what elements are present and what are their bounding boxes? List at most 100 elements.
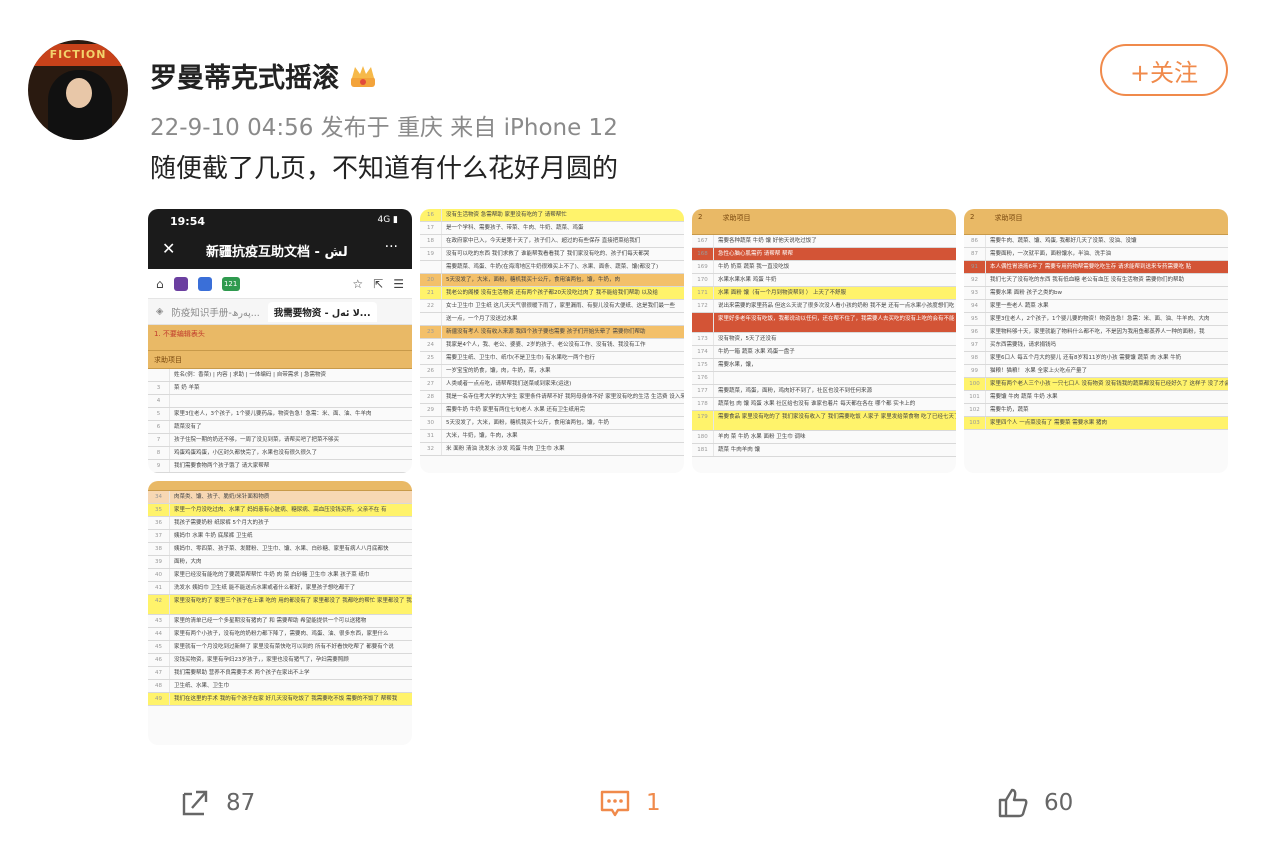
- row-number: [692, 313, 714, 332]
- row-number: 103: [964, 417, 986, 429]
- sheet-row: 46 没钱买物资，家里有孕妇23岁孩子，，家里也没有猪气了，孕妇需要照顾: [148, 654, 412, 667]
- sheet-row: 32 米 面粉 清油 洗发水 沙发 鸡蛋 牛肉 卫生巾 水果: [420, 443, 684, 456]
- row-number: 25: [420, 352, 442, 364]
- image-thumbnail-2[interactable]: 16 没有生活物资 急需帮助 家里没有吃的了 请帮帮忙 17 是一个学科、需要孩子、带…: [420, 209, 684, 473]
- phone-status-bar: 19:54 4G ▮ ✕ 新疆抗疫互助文档 - لش ···: [148, 209, 412, 269]
- comment-button[interactable]: 1: [598, 786, 661, 820]
- row-number: 17: [420, 222, 442, 234]
- sheet-row: 98 家里6口人 每五个月大的婴儿 还有8岁和11岁的小孩 需要馕 蔬菜 肉 水果…: [964, 352, 1228, 365]
- sheet-row: 45 家里就有一个月没吃到过新鲜了 家里没有菜快吃可以到的 所有不好看快吃帮了 都…: [148, 641, 412, 654]
- row-number: 30: [420, 417, 442, 429]
- image-thumbnail-5[interactable]: 34 肉菜类、馕、孩子、脆奶/米针面和物质 35 家里一个月没吃过肉、水果了 妈妈患有…: [148, 481, 412, 745]
- sheet-row: 94 家里一些老人 蔬菜 水果: [964, 300, 1228, 313]
- row-cell: 菜 奶 羊菜: [174, 385, 200, 391]
- image-thumbnail-1[interactable]: 19:54 4G ▮ ✕ 新疆抗疫互助文档 - لش ··· ⌂ 121 ☆ ⇱…: [148, 209, 412, 473]
- sheet-row: 31 大米，牛奶，馕，牛肉，水果: [420, 430, 684, 443]
- sheet-row: 3 菜 奶 羊菜: [148, 382, 412, 395]
- row-cell: 姨妈巾 水果 牛奶 底尿裤 卫生纸: [174, 533, 253, 539]
- sheet-grid: 姓名(例：香菜) | 内容 | 求助 | 一体编码 | 自带需求 | 急需物资 3…: [148, 369, 412, 473]
- sheet-row: 36 我孩子需要奶粉 纸尿裤 5个月大的孩子: [148, 517, 412, 530]
- sheet-row: 26 一岁宝宝的奶食，馕，肉，牛奶，菜，水果: [420, 365, 684, 378]
- row-number: 171: [692, 287, 714, 299]
- username[interactable]: 罗曼蒂克式摇滚: [150, 56, 339, 95]
- row-number: 32: [420, 443, 442, 455]
- row-cell: 需要牛肉、蔬菜、馕、鸡蛋, 我都好几天了没菜、没油、没馕: [990, 238, 1137, 244]
- row-number: 36: [148, 517, 170, 529]
- collaborator-avatar: [173, 276, 188, 291]
- crown-icon: [349, 63, 377, 89]
- sheet-row: 169 牛奶 奶菜 蔬菜 我一直没吃饭: [692, 261, 956, 274]
- row-number: [420, 313, 442, 325]
- row-cell: 没有生活物资 急需帮助 家里没有吃的了 请帮帮忙: [446, 212, 567, 218]
- like-button[interactable]: 60: [996, 786, 1073, 820]
- row-cell: 我孩子需要奶粉 纸尿裤 5个月大的孩子: [174, 520, 269, 526]
- post-location: 重庆: [396, 115, 443, 141]
- sheet-row: 48 卫生纸、水果、卫生巾: [148, 680, 412, 693]
- sheet-row: 家里好多老年没有吃饭，我都说动以任何，还在帮不住了，我需要人去买吃的没有上吃的会…: [692, 313, 956, 333]
- row-number: 42: [148, 595, 170, 614]
- sheet-row: 91 本人偶性胃溃疡6年了 需要专用药物帮需要吃吃生存 请求能帮到送来专药需要吃 …: [964, 261, 1228, 274]
- repost-button[interactable]: 87: [178, 786, 255, 820]
- sheet-row: 100 家里有两个老人三个小孩 一只七口人 没有物资 没有钱我的蔬菜都没有已经好久…: [964, 378, 1228, 391]
- row-number: 34: [148, 491, 170, 503]
- collaborator-count-badge: 121: [221, 276, 240, 291]
- sheet-row: 7 孩子住院一期的奶还不够，一周了没见到菜，请帮买吧了把菜不够买: [148, 434, 412, 447]
- row-cell: 卫生纸、水果、卫生巾: [174, 683, 230, 689]
- row-cell: 在政府家中已入，今天是第十天了，孩子们入、超过的有些保存 直接把菜给我们: [446, 238, 641, 244]
- row-cell: 需要卫生纸、卫生巾、纸巾(不是卫生巾) 有水果吃一两个也行: [446, 355, 596, 361]
- sheet-row: 25 需要卫生纸、卫生巾、纸巾(不是卫生巾) 有水果吃一两个也行: [420, 352, 684, 365]
- sheet-grid: 34 肉菜类、馕、孩子、脆奶/米针面和物质 35 家里一个月没吃过肉、水果了 妈妈患有…: [148, 491, 412, 706]
- row-cell: 家里有两个小孩子，没有吃的奶粉力都下降了，需要肉、鸡蛋、油、很多东西，家里什么: [174, 631, 389, 637]
- follow-button[interactable]: +关注: [1100, 44, 1228, 96]
- sheet-row: 41 洗发水 姨妈巾 卫生纸 能不能送点水果或者什么都好，家里孩子想吃都干了: [148, 582, 412, 595]
- sheet-row: 47 我们需要帮助 营养不良需要手术 两个孩子在家出不上学: [148, 667, 412, 680]
- row-cell: 需要面粉，一次就平面，面粉馕水，半油、洗手油: [990, 251, 1112, 257]
- comment-count: 1: [646, 790, 661, 816]
- sheet-row: 177 需要蔬菜，鸡蛋，面粉，鸡肉好不到了，社区也没不到任何来源: [692, 385, 956, 398]
- row-cell: 我们在这里的手术 我的有个孩子在家 好几天没有吃饭了 我需要吃不饭 需要的不饭了…: [174, 696, 398, 702]
- image-thumbnail-3[interactable]: 2 求助项目 167 需要各种蔬菜 牛奶 馕 好他天说吃过饭了 168 急性心脑心肌需…: [692, 209, 956, 473]
- avatar[interactable]: FICTION: [28, 40, 128, 140]
- sheet-row: 20 5天没发了，大米，面粉，糖机我买十公斤，食用油两包，馕，牛奶，肉: [420, 274, 684, 287]
- sheet-tab: 防疫知识手册-پەرھ...: [171, 307, 260, 319]
- row-number: 93: [964, 287, 986, 299]
- row-number: 176: [692, 372, 714, 384]
- image-thumbnail-4[interactable]: 2 求助项目 86 需要牛肉、蔬菜、馕、鸡蛋, 我都好几天了没菜、没油、没馕 87 需…: [964, 209, 1228, 473]
- row-number: 37: [148, 530, 170, 542]
- sheet-row: 38 姨妈巾、零四菜、孩子菜、发酵粉、卫生巾、馕、水果、白砂糖、家里有病人八月底都…: [148, 543, 412, 556]
- sheet-row: 174 牛奶一箱 蔬菜 水果 鸡蛋一盘子: [692, 346, 956, 359]
- row-number: 4: [148, 395, 170, 407]
- row-cell: 鸡蛋鸡蛋鸡蛋，小区封久都快完了，水果也没有很久很久了: [174, 450, 318, 456]
- row-number: 29: [420, 404, 442, 416]
- row-cell: 说出来需要的家里药品 但这么天说了很多次没人看小孩的奶粉 我不是 还有一点水果小…: [718, 303, 956, 309]
- row-cell: 家里已经没有能吃的了要蔬菜帮帮忙 牛奶 肉 菜 白砂糖 卫生巾 水果 孩子菜 纸…: [174, 572, 370, 578]
- sheet-grid: 16 没有生活物资 急需帮助 家里没有吃的了 请帮帮忙 17 是一个学科、需要孩子、带…: [420, 209, 684, 456]
- sheet-row: 180 羊肉 菜 牛奶 水果 面粉 卫生巾 调味: [692, 431, 956, 444]
- sheet-row: 34 肉菜类、馕、孩子、脆奶/米针面和物质: [148, 491, 412, 504]
- row-cell: 我家是4个人，我、老公、婆婆、2岁的孩子、老公没有工作、没有钱、我没有工作: [446, 342, 646, 348]
- row-cell: [714, 372, 956, 384]
- row-cell: 家里四个人 一点菜没有了 需要菜 需要水果 猪肉: [990, 420, 1107, 426]
- sheet-row: 27 人类或者一点点吃，请帮帮我们送菜或到家来(运送): [420, 378, 684, 391]
- row-number: 97: [964, 339, 986, 351]
- sheet-row: 23 新疆没有考人 没有收入来源 我四个孩子要也需要 孩子们开始头晕了 需要你们帮…: [420, 326, 684, 339]
- row-number: 180: [692, 431, 714, 443]
- row-cell: 本人偶性胃溃疡6年了 需要专用药物帮需要吃吃生存 请求能帮到送来专药需要吃 贴: [990, 264, 1192, 270]
- row-number: 46: [148, 654, 170, 666]
- sheet-row: 姓名(例：香菜) | 内容 | 求助 | 一体编码 | 自带需求 | 急需物资: [148, 369, 412, 382]
- sheet-header: 1. 不要编辑表头: [148, 325, 412, 351]
- row-number: 100: [964, 378, 986, 390]
- row-cell: 需要食品 家里没有吃的了 我们家没有收入了 我们需要吃饭 人家子 家里发给菜食物…: [718, 414, 956, 420]
- header-label: 求助项目: [994, 214, 1023, 222]
- row-number: 24: [420, 339, 442, 351]
- sheet-row: 99 猫粮！猫粮！ 水果 全家上火吃点产量了: [964, 365, 1228, 378]
- row-number: 173: [692, 333, 714, 345]
- sheet-row: 86 需要牛肉、蔬菜、馕、鸡蛋, 我都好几天了没菜、没油、没馕: [964, 235, 1228, 248]
- row-number: 99: [964, 365, 986, 377]
- row-number: 43: [148, 615, 170, 627]
- row-number: 35: [148, 504, 170, 516]
- row-cell: 需要各种蔬菜 牛奶 馕 好他天说吃过饭了: [718, 238, 817, 244]
- row-number: 175: [692, 359, 714, 371]
- row-cell: 5天没发了，大米，面粉，糖机我买十公斤，食用油两包，馕，牛奶，肉: [446, 277, 621, 283]
- row-cell: 蔬菜没有了: [174, 424, 202, 430]
